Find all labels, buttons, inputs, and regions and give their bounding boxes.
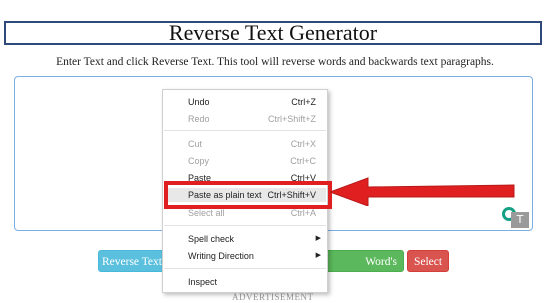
page-title: Reverse Text Generator	[4, 21, 542, 45]
page: Reverse Text Generator Enter Text and cl…	[0, 0, 550, 303]
menu-item-label: Redo	[188, 114, 210, 124]
context-menu-writing-direction[interactable]: Writing Direction ▶	[164, 249, 326, 263]
context-menu-copy[interactable]: Copy Ctrl+C	[164, 154, 326, 168]
menu-divider	[164, 268, 326, 269]
annotation-arrow-icon	[330, 177, 515, 206]
words-lettering-button[interactable]: Word's Lettering	[322, 250, 404, 290]
chevron-right-icon: ▶	[315, 252, 321, 259]
menu-item-shortcut: Ctrl+C	[290, 156, 316, 166]
menu-item-shortcut: Ctrl+X	[290, 139, 316, 149]
menu-divider	[164, 130, 326, 131]
translate-icon[interactable]: T	[511, 212, 529, 228]
select-button[interactable]: Select	[407, 250, 449, 272]
menu-divider	[164, 225, 326, 226]
chevron-right-icon: ▶	[315, 235, 321, 242]
reverse-text-button[interactable]: Reverse Text	[98, 250, 166, 272]
page-subtitle: Enter Text and click Reverse Text. This …	[56, 56, 494, 68]
context-menu-undo[interactable]: Undo Ctrl+Z	[164, 95, 326, 109]
annotation-highlight-box	[164, 181, 332, 209]
menu-item-label: Undo	[188, 97, 210, 107]
menu-item-label: Spell check	[188, 234, 235, 244]
context-menu-redo[interactable]: Redo Ctrl+Shift+Z	[164, 112, 326, 126]
context-menu-spell-check[interactable]: Spell check ▶	[164, 232, 326, 246]
menu-item-label: Cut	[188, 139, 203, 149]
menu-item-label: Copy	[188, 156, 210, 166]
page-title-text: Reverse Text Generator	[168, 20, 378, 45]
context-menu-cut[interactable]: Cut Ctrl+X	[164, 137, 326, 151]
menu-item-shortcut: Ctrl+Z	[291, 97, 316, 107]
advertisement-label: ADVERTISEMENT	[232, 292, 314, 302]
menu-item-label: Writing Direction	[188, 251, 254, 261]
context-menu-inspect[interactable]: Inspect	[164, 275, 326, 289]
menu-item-shortcut: Ctrl+Shift+Z	[267, 114, 316, 124]
menu-item-label: Inspect	[188, 277, 218, 287]
